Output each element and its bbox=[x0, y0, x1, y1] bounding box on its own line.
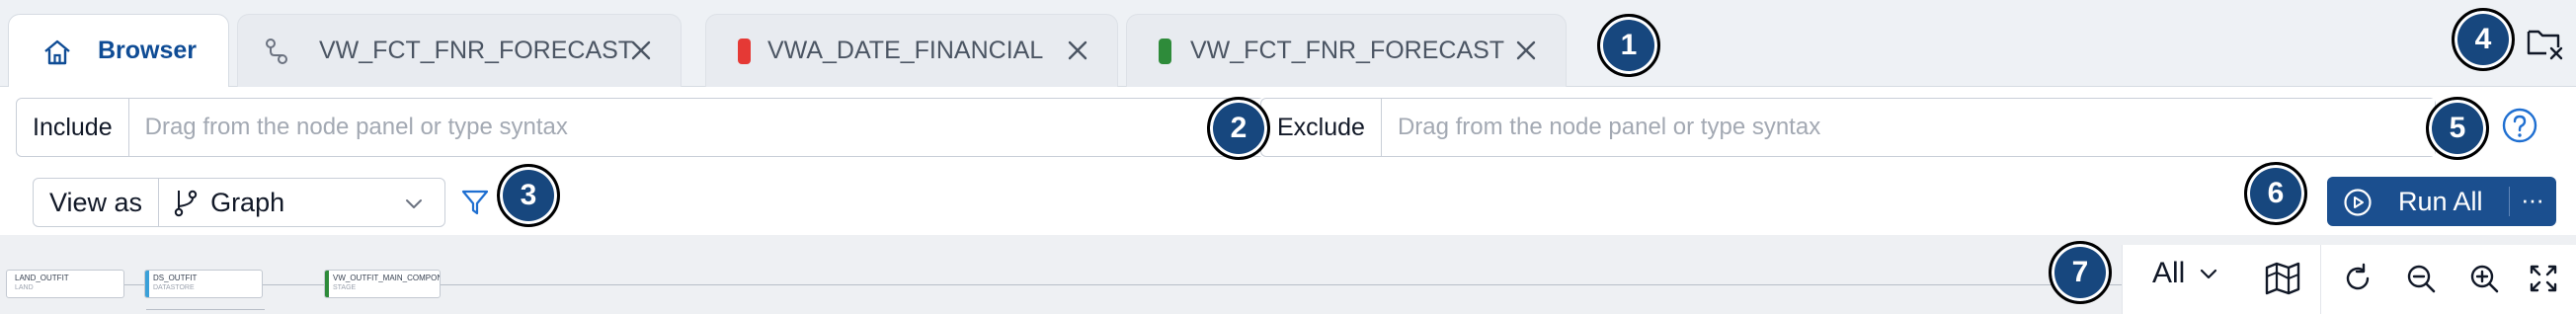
home-icon bbox=[44, 39, 70, 65]
node-filter-value: All bbox=[2152, 257, 2186, 289]
filter-icon[interactable] bbox=[460, 188, 490, 217]
graph-edge bbox=[124, 284, 146, 285]
canvas-toolbar: All bbox=[2122, 245, 2576, 314]
view-mode-value: Graph bbox=[210, 187, 285, 217]
model-link-icon bbox=[266, 39, 287, 64]
exclude-input[interactable] bbox=[1381, 99, 2435, 156]
run-all-button[interactable]: Run All ··· bbox=[2327, 177, 2556, 226]
include-label: Include bbox=[17, 99, 129, 156]
view-as-control: View as Graph bbox=[33, 178, 445, 227]
graph-edge bbox=[441, 284, 2179, 285]
node-filter-select[interactable]: All bbox=[2152, 257, 2220, 290]
callout-marker: 5 bbox=[2426, 97, 2489, 160]
fit-view-icon bbox=[2530, 265, 2557, 292]
tab-vw-fct-fnr-forecast[interactable]: VW_FCT_FNR_FORECAST bbox=[237, 14, 682, 87]
zoom-out-icon bbox=[2407, 265, 2436, 293]
map-icon bbox=[2265, 262, 2300, 295]
zoom-out-button[interactable] bbox=[2401, 259, 2441, 298]
tab-label: VW_FCT_FNR_FORECAST bbox=[319, 37, 634, 64]
callout-marker: 2 bbox=[1207, 97, 1270, 160]
exclude-filter: Exclude bbox=[1260, 98, 2436, 157]
tab-label: Browser bbox=[98, 37, 198, 64]
more-options-button[interactable]: ··· bbox=[2521, 185, 2544, 215]
node-subtitle: LAND bbox=[15, 284, 34, 291]
node-accent bbox=[325, 271, 329, 297]
refresh-icon bbox=[2346, 263, 2370, 290]
filter-row: Include Exclude bbox=[0, 87, 2576, 164]
graph-edge bbox=[263, 284, 324, 285]
refresh-button[interactable] bbox=[2338, 259, 2377, 298]
close-icon[interactable] bbox=[1512, 37, 1540, 64]
node-title: DS_OUTFIT bbox=[153, 274, 198, 282]
tab-bar: Browser VW_FCT_FNR_FORECAST VWA_DATE_FIN… bbox=[0, 0, 2576, 87]
callout-marker: 3 bbox=[497, 164, 560, 227]
help-icon[interactable] bbox=[2501, 107, 2538, 144]
button-divider bbox=[2509, 187, 2510, 216]
tab-label: VWA_DATE_FINANCIAL bbox=[767, 37, 1044, 64]
minimap-button[interactable] bbox=[2263, 259, 2302, 298]
callout-marker: 1 bbox=[1597, 14, 1660, 77]
run-all-label: Run All bbox=[2398, 187, 2483, 216]
node-title: VW_OUTFIT_MAIN_COMPON... bbox=[333, 274, 441, 282]
callout-marker: 4 bbox=[2452, 8, 2515, 71]
status-dot-green bbox=[1159, 39, 1171, 64]
fit-view-button[interactable] bbox=[2524, 259, 2563, 298]
callout-marker: 7 bbox=[2049, 241, 2112, 304]
close-icon[interactable] bbox=[1064, 37, 1091, 64]
view-row: View as Graph Run All ··· bbox=[0, 164, 2576, 235]
node-accent bbox=[145, 271, 149, 297]
graph-node[interactable]: VW_OUTFIT_MAIN_COMPON... STAGE bbox=[324, 270, 441, 298]
tab-browser[interactable]: Browser bbox=[8, 14, 229, 87]
tab-vwa-date-financial[interactable]: VWA_DATE_FINANCIAL bbox=[705, 14, 1118, 87]
chevron-down-icon bbox=[406, 199, 422, 208]
zoom-in-button[interactable] bbox=[2464, 259, 2504, 298]
exclude-label: Exclude bbox=[1261, 99, 1382, 156]
play-circle-icon bbox=[2344, 189, 2372, 216]
graph-edge bbox=[146, 309, 265, 310]
include-input[interactable] bbox=[128, 99, 1263, 156]
git-branch-icon bbox=[174, 190, 198, 217]
node-subtitle: DATASTORE bbox=[153, 284, 195, 291]
zoom-in-icon bbox=[2470, 265, 2499, 293]
status-dot-red bbox=[738, 39, 751, 64]
folder-close-icon[interactable] bbox=[2525, 22, 2564, 61]
tab-label: VW_FCT_FNR_FORECAST bbox=[1190, 37, 1505, 64]
chevron-down-icon bbox=[2201, 269, 2217, 279]
include-filter: Include bbox=[16, 98, 1264, 157]
callout-marker: 6 bbox=[2244, 162, 2307, 225]
node-subtitle: STAGE bbox=[333, 284, 357, 291]
node-title: LAND_OUTFIT bbox=[15, 274, 69, 282]
view-as-label: View as bbox=[34, 179, 160, 226]
view-mode-select[interactable]: Graph bbox=[159, 179, 444, 226]
tab-vw-fct-fnr-forecast-2[interactable]: VW_FCT_FNR_FORECAST bbox=[1126, 14, 1567, 87]
graph-node[interactable]: LAND_OUTFIT LAND bbox=[6, 270, 124, 298]
graph-node[interactable]: DS_OUTFIT DATASTORE bbox=[144, 270, 263, 298]
close-icon[interactable] bbox=[627, 37, 655, 64]
toolbar-divider bbox=[2320, 245, 2321, 314]
